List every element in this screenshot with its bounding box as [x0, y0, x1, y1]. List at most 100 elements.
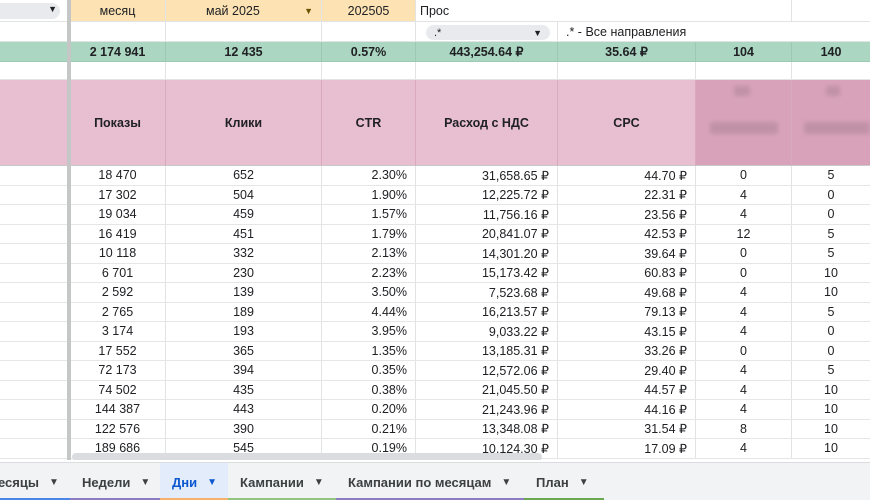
row-label-cell[interactable]	[0, 380, 70, 400]
header-spend[interactable]: Расход с НДС	[416, 80, 558, 166]
cell-col7[interactable]: 5	[792, 244, 870, 264]
cell-spend[interactable]: 12,225.72 ₽	[416, 185, 558, 205]
row-label-cell[interactable]	[0, 185, 70, 205]
cell-clicks[interactable]: 652	[166, 166, 322, 186]
total-ctr[interactable]: 0.57%	[322, 42, 416, 62]
cell-cpc[interactable]: 33.26 ₽	[558, 341, 696, 361]
row-label-cell[interactable]	[0, 283, 70, 303]
sheet-tab-4[interactable]: Кампании по месяцам ▼	[336, 463, 524, 500]
cell-cpc[interactable]: 49.68 ₽	[558, 283, 696, 303]
cell-col6[interactable]: 12	[696, 224, 792, 244]
cell-ctr[interactable]: 0.38%	[322, 380, 416, 400]
cell-impressions[interactable]: 17 552	[70, 341, 166, 361]
sheet-tab-2[interactable]: Дни ▼	[160, 463, 228, 500]
chevron-down-icon[interactable]: ▼	[314, 477, 324, 488]
header-ctr[interactable]: CTR	[322, 80, 416, 166]
cell-cpc[interactable]: 79.13 ₽	[558, 302, 696, 322]
cell-col7[interactable]: 10	[792, 283, 870, 303]
cell-ctr[interactable]: 0.20%	[322, 400, 416, 420]
total-impressions[interactable]: 2 174 941	[70, 42, 166, 62]
cell-cpc[interactable]: 31.54 ₽	[558, 419, 696, 439]
cell-col7[interactable]: 10	[792, 381, 870, 400]
total-spend[interactable]: 443,254.64 ₽	[416, 42, 558, 62]
cell-ctr[interactable]: 2.13%	[322, 244, 416, 264]
cell-col7[interactable]: 0	[792, 205, 870, 225]
cell-spend[interactable]: 7,523.68 ₽	[416, 283, 558, 303]
cell-spend[interactable]: 21,045.50 ₽	[416, 380, 558, 400]
chevron-down-icon[interactable]: ▼	[140, 477, 150, 488]
cell-col6[interactable]: 4	[696, 322, 792, 342]
cell-col6[interactable]: 4	[696, 185, 792, 205]
cell-clicks[interactable]: 435	[166, 380, 322, 400]
row-label-cell[interactable]	[0, 419, 70, 439]
cell-col6[interactable]: 4	[696, 205, 792, 225]
cell-col7[interactable]: 10	[792, 420, 870, 439]
chevron-down-icon[interactable]: ▼	[304, 6, 313, 16]
cell-ctr[interactable]: 1.90%	[322, 185, 416, 205]
cell-impressions[interactable]: 6 701	[70, 263, 166, 283]
cell-spend[interactable]: 21,243.96 ₽	[416, 400, 558, 420]
row-label-cell[interactable]	[0, 224, 70, 244]
chevron-down-icon[interactable]: ▼	[49, 477, 59, 488]
cell-col6[interactable]: 0	[696, 263, 792, 283]
cell-ctr[interactable]: 2.23%	[322, 263, 416, 283]
cell-spend[interactable]: 20,841.07 ₽	[416, 224, 558, 244]
cell-cpc[interactable]: 42.53 ₽	[558, 224, 696, 244]
cell-ctr[interactable]: 1.57%	[322, 205, 416, 225]
cell-ctr[interactable]: 0.21%	[322, 419, 416, 439]
cell-spend[interactable]: 14,301.20 ₽	[416, 244, 558, 264]
cell-spend[interactable]: 11,756.16 ₽	[416, 205, 558, 225]
row-label-cell[interactable]	[0, 400, 70, 420]
cell-spend[interactable]: 9,033.22 ₽	[416, 322, 558, 342]
sheet-tab-3[interactable]: Кампании ▼	[228, 463, 336, 500]
cell-impressions[interactable]: 18 470	[70, 166, 166, 186]
cell-cpc[interactable]: 29.40 ₽	[558, 361, 696, 381]
cell-impressions[interactable]: 74 502	[70, 380, 166, 400]
header-cell-empty[interactable]	[0, 80, 70, 166]
cell-spend[interactable]: 13,185.31 ₽	[416, 341, 558, 361]
chevron-down-icon[interactable]: ▼	[48, 4, 57, 14]
cell-col6[interactable]: 4	[696, 380, 792, 400]
cell-spend[interactable]: 15,173.42 ₽	[416, 263, 558, 283]
cell-clicks[interactable]: 189	[166, 302, 322, 322]
cell-impressions[interactable]: 2 765	[70, 302, 166, 322]
cell-clicks[interactable]: 443	[166, 400, 322, 420]
cell-clicks[interactable]: 390	[166, 419, 322, 439]
chevron-down-icon[interactable]: ▼	[533, 28, 542, 38]
cell-col6[interactable]: 4	[696, 361, 792, 381]
cell-col6[interactable]: 8	[696, 419, 792, 439]
cell-col7[interactable]: 5	[792, 166, 870, 186]
cell-clicks[interactable]: 451	[166, 224, 322, 244]
header-redacted-1[interactable]	[696, 80, 792, 166]
total-col7[interactable]: 140	[792, 42, 870, 62]
cell-cpc[interactable]: 43.15 ₽	[558, 322, 696, 342]
header-clicks[interactable]: Клики	[166, 80, 322, 166]
row-label-cell[interactable]	[0, 439, 70, 459]
cell-col6[interactable]: 4	[696, 439, 792, 459]
total-clicks[interactable]: 12 435	[166, 42, 322, 62]
row-label-cell[interactable]	[0, 302, 70, 322]
cell-impressions[interactable]: 144 387	[70, 400, 166, 420]
sheet-tab-1[interactable]: Недели ▼	[70, 463, 160, 500]
cell-col7[interactable]: 0	[792, 342, 870, 361]
cell-clicks[interactable]: 139	[166, 283, 322, 303]
cell-spend[interactable]: 31,658.65 ₽	[416, 166, 558, 186]
cell-ctr[interactable]: 2.30%	[322, 166, 416, 186]
cell-col7[interactable]: 5	[792, 361, 870, 381]
cell-ctr[interactable]: 1.79%	[322, 224, 416, 244]
sheet-tab-0[interactable]: есяцы ▼	[0, 463, 70, 500]
cell-col6[interactable]: 0	[696, 244, 792, 264]
cell-impressions[interactable]: 2 592	[70, 283, 166, 303]
cell-cpc[interactable]: 44.57 ₽	[558, 380, 696, 400]
cell-col6[interactable]: 4	[696, 400, 792, 420]
cell-clicks[interactable]: 459	[166, 205, 322, 225]
cell-col6[interactable]: 0	[696, 166, 792, 186]
cell-impressions[interactable]: 17 302	[70, 185, 166, 205]
cell-cpc[interactable]: 39.64 ₽	[558, 244, 696, 264]
header-redacted-2[interactable]	[792, 80, 870, 166]
cell-ctr[interactable]: 1.35%	[322, 341, 416, 361]
row-label-cell[interactable]	[0, 205, 70, 225]
cell-spend[interactable]: 12,572.06 ₽	[416, 361, 558, 381]
cell-cpc[interactable]: 23.56 ₽	[558, 205, 696, 225]
header-cpc[interactable]: CPC	[558, 80, 696, 166]
